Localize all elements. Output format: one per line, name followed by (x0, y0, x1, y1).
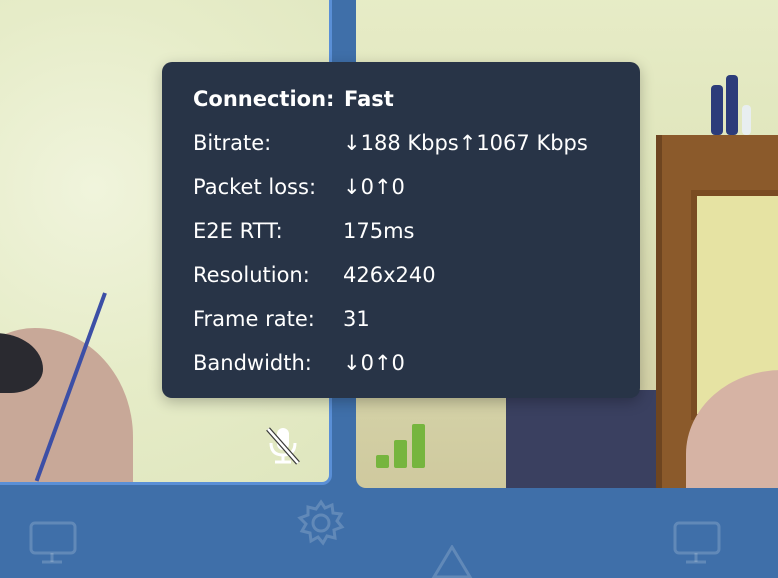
video-content (506, 390, 666, 488)
signal-bar (412, 424, 425, 468)
send-icon[interactable] (430, 544, 474, 578)
stat-label: E2E RTT: (193, 219, 283, 243)
stat-label: Packet loss: (193, 175, 317, 199)
stat-label: Frame rate: (193, 307, 315, 331)
signal-bar (376, 455, 389, 468)
signal-bars-icon[interactable] (376, 424, 428, 468)
desktop-icon[interactable] (672, 520, 724, 570)
stat-label: Bandwidth: (193, 351, 312, 375)
gear-icon[interactable] (296, 498, 346, 552)
video-content (711, 85, 723, 135)
connection-value: Fast (344, 87, 394, 111)
signal-bar (394, 440, 407, 468)
stat-value: ↓0↑0 (343, 175, 405, 199)
video-content (726, 75, 738, 135)
stat-label: Resolution: (193, 263, 310, 287)
stat-label: Bitrate: (193, 131, 272, 155)
stat-value: ↓188 Kbps↑1067 Kbps (343, 131, 588, 155)
connection-label: Connection: (193, 87, 335, 111)
desktop-icon[interactable] (28, 520, 80, 570)
video-content (742, 105, 751, 135)
stat-value: 175ms (343, 219, 415, 243)
stat-value: ↓0↑0 (343, 351, 405, 375)
stat-value: 31 (343, 307, 370, 331)
connection-stats-popover: Connection: Fast Bitrate: ↓188 Kbps↑1067… (162, 62, 640, 398)
stat-value: 426x240 (343, 263, 436, 287)
microphone-muted-icon (265, 425, 301, 465)
